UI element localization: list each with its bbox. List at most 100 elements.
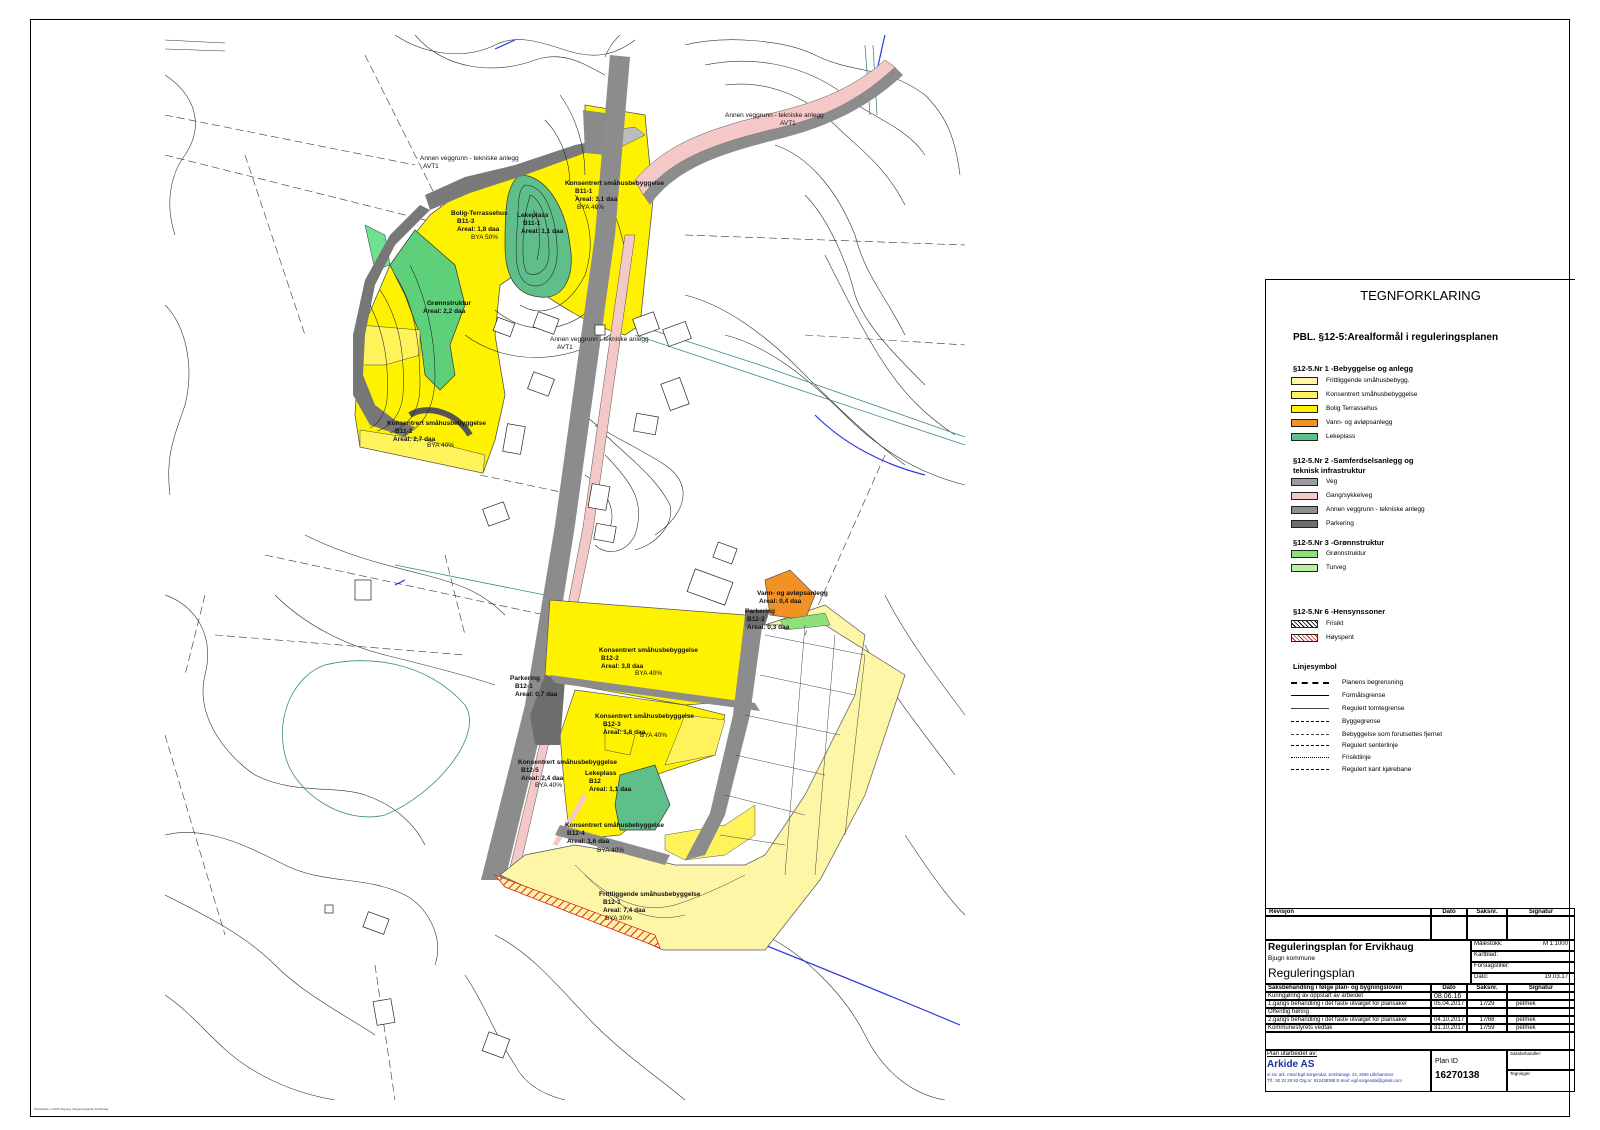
line-symbol [1291, 721, 1329, 722]
map-label: BYA 30% [605, 915, 632, 922]
legend-item: Frisikt [1291, 618, 1343, 629]
line-item: Regulert kant kjørebane [1291, 764, 1411, 775]
swatch-terrassehus [1291, 404, 1318, 413]
swatch-frisikt [1291, 619, 1318, 628]
legend-subtitle: PBL. §12-5:Arealformål i reguleringsplan… [1293, 332, 1499, 343]
map-label: Lekeplass [585, 770, 617, 777]
legend-item: Grønnstruktur [1291, 548, 1366, 559]
map-label: BYA 40% [640, 732, 667, 739]
map-canvas: Annen veggrunn - tekniske anlegg AVT1 An… [165, 35, 966, 1100]
case-cell [1467, 992, 1507, 1000]
line-item: Frisiktlinje [1291, 752, 1371, 763]
map-label: Konsentrert småhusbebyggelse [518, 758, 617, 766]
swatch-lekeplass [1291, 432, 1318, 441]
map-label: Areal: 0,3 daa [747, 624, 790, 631]
rev-row [1265, 916, 1431, 940]
case-cell: petmek [1507, 1016, 1575, 1024]
map-label: AVT1 [780, 120, 796, 127]
plan-id: 16270138 [1435, 1070, 1480, 1081]
swatch-hoyspent [1291, 633, 1318, 642]
swatch-turveg [1291, 563, 1318, 572]
scale-cell: Målestokk: M 1:1000 [1471, 940, 1575, 951]
legend-item: Vann- og avløpsanlegg [1291, 417, 1392, 428]
swatch-frittliggende [1291, 376, 1318, 385]
legend-item: Gang/sykkelveg [1291, 490, 1372, 501]
case-cell: 08.06.16 [1431, 992, 1467, 1000]
map-label: B12-1 [603, 899, 621, 906]
case-header: Saksnr. [1467, 984, 1507, 992]
legend-item: Konsentrert småhusbebyggelse [1291, 389, 1417, 400]
map-label: BYA 40% [577, 204, 604, 211]
line-symbol [1291, 708, 1329, 709]
date-cell: Dato: 19.03.17 [1471, 973, 1575, 984]
legend-panel: TEGNFORKLARING PBL. §12-5:Arealformål i … [1265, 279, 1575, 909]
line-item: Bebyggelse som forutsettes fjernet [1291, 729, 1442, 740]
map-label: BYA 40% [427, 442, 454, 449]
forslagstiller-cell: Forslagstiller: [1471, 962, 1575, 973]
prepared-by: Plan utarbeidet av: [1267, 1051, 1318, 1057]
map-label: Areal: 1,1 daa [521, 228, 564, 235]
map-label: Areal: 3,1 daa [575, 196, 618, 203]
map-label: Vann- og avløpsanlegg [757, 590, 828, 597]
case-cell [1507, 1008, 1575, 1016]
map-label: Areal: 0,4 daa [759, 598, 802, 605]
map-label: Konsentrert småhusbebyggelse [565, 821, 664, 829]
map-label: B12-3 [603, 721, 621, 728]
map-label: Konsentrert småhusbebyggelse [387, 419, 486, 427]
map-label: BYA 40% [597, 847, 624, 854]
plan-id-label: Plan ID [1435, 1058, 1458, 1065]
case-cell: petmek [1507, 1000, 1575, 1008]
title-block: Revisjon Dato Saksnr. Signatur Regulerin… [1265, 908, 1575, 1110]
case-cell: Offentlig høring [1265, 1008, 1431, 1016]
map-label: B11-3 [457, 218, 475, 225]
line-item: Formålsgrense [1291, 690, 1385, 701]
case-cell: 1.gangs behandling i det faste utvalget … [1265, 1000, 1431, 1008]
legend-item: Bolig Terrassehus [1291, 403, 1378, 414]
map-label: BYA 40% [635, 670, 662, 677]
case-cell: 17/68 [1467, 1016, 1507, 1024]
map-label: B11-1 [523, 220, 541, 227]
map-label: Annen veggrunn - tekniske anlegg [725, 112, 824, 119]
case-cell [1507, 992, 1575, 1000]
map-label: Parkering [745, 608, 775, 615]
map-label: Konsentrert småhusbebyggelse [599, 646, 698, 654]
legend-group-title: §12-5.Nr 3 -Grønnstruktur [1293, 538, 1385, 547]
rev-row [1467, 916, 1507, 940]
case-cell: 17/29 [1467, 1000, 1507, 1008]
legend-group-title: §12-5.Nr 6 -Hensynssoner [1293, 607, 1386, 616]
map-label: AVT1 [557, 344, 573, 351]
swatch-gronnstruktur [1291, 549, 1318, 558]
map-label: B12-1 [515, 683, 533, 690]
rev-row [1507, 916, 1575, 940]
map-label: Areal: 3,8 daa [601, 663, 644, 670]
firm-contact: Tlf.: 92 22 28 93 Org.nr: 912438368 E-ma… [1267, 1078, 1402, 1083]
line-item: Regulert senterlinje [1291, 740, 1398, 751]
map-label: Annen veggrunn - tekniske anlegg [420, 155, 519, 162]
map-label: B11-2 [395, 428, 413, 435]
map-label: Frittliggende småhusbebyggelse [599, 890, 701, 898]
map-label: Areal: 2,4 daa [521, 775, 564, 782]
legend-group-title: teknisk infrastruktur [1293, 466, 1366, 475]
map-label: Konsentrert småhusbebyggelse [565, 179, 664, 187]
legend-title: TEGNFORKLARING [1360, 288, 1481, 303]
case-cell: 17/59 [1467, 1024, 1507, 1032]
legend-item: Parkering [1291, 518, 1354, 529]
line-symbol [1291, 745, 1329, 746]
line-symbol [1291, 769, 1329, 770]
map-label: Areal: 0,7 daa [515, 691, 558, 698]
map-label: B12-5 [521, 767, 539, 774]
swatch-gang-sykkelveg [1291, 491, 1318, 500]
map-label: Areal: 1,6 daa [567, 838, 610, 845]
case-header: Dato [1431, 984, 1467, 992]
line-symbol [1291, 734, 1329, 735]
kartblad-cell: Kartblad: [1471, 951, 1575, 962]
line-item: Byggegrense [1291, 716, 1380, 727]
plan-type: Reguleringsplan [1268, 966, 1355, 980]
firm-address: v/ siv. ark. mnal Egil Sorgendal, Jernba… [1267, 1072, 1394, 1077]
case-cell: Kunngjøring av oppstart av arbeidet [1265, 992, 1431, 1000]
tegninger-cell: Tegninger: [1507, 1070, 1575, 1092]
case-cell: 31.10.2017 [1431, 1024, 1467, 1032]
legend-item: Høyspent [1291, 632, 1354, 643]
regulation-map[interactable]: Annen veggrunn - tekniske anlegg AVT1 An… [165, 35, 985, 1100]
map-label: Areal: 1,1 daa [589, 786, 632, 793]
